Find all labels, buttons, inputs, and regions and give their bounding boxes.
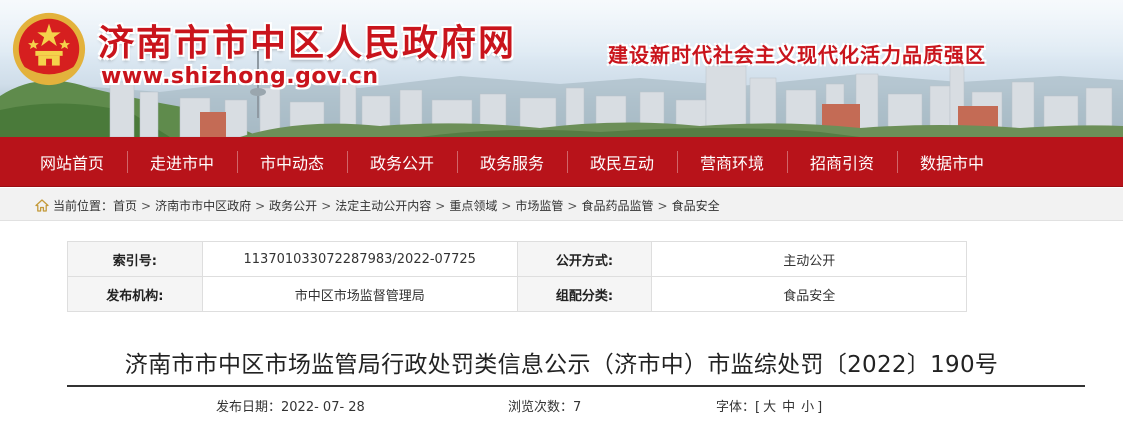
breadcrumb-separator: > <box>141 198 152 213</box>
site-name[interactable]: 济南市市中区人民政府网 <box>98 14 516 66</box>
breadcrumb-food-drug[interactable]: 食品药品监管 <box>581 197 653 214</box>
document-meta-table: 索引号: 113701033072287983/2022-07725 公开方式:… <box>67 241 967 312</box>
title-divider <box>67 385 1085 387</box>
view-count: 浏览次数：7 <box>508 396 581 415</box>
breadcrumb-bar: 当前位置： 首页 > 济南市市中区政府 > 政务公开 > 法定主动公开内容 > … <box>0 188 1123 221</box>
font-size-large-button[interactable]: 大 <box>763 400 776 415</box>
nav-item-data[interactable]: 数据市中 <box>897 137 1007 187</box>
home-icon <box>35 199 49 212</box>
disclosure-value: 主动公开 <box>651 241 967 277</box>
publish-date-value: 2022- 07- 28 <box>281 400 365 415</box>
publish-date: 发布日期：2022- 07- 28 <box>216 396 365 415</box>
breadcrumb-district-gov[interactable]: 济南市市中区政府 <box>155 197 251 214</box>
article-title: 济南市市中区市场监管局行政处罚类信息公示（济市中）市监综处罚〔2022〕190号 <box>124 352 999 378</box>
view-count-label: 浏览次数： <box>508 400 574 415</box>
nav-item-business-env[interactable]: 营商环境 <box>677 137 787 187</box>
index-label: 索引号: <box>67 241 203 277</box>
breadcrumb-separator: > <box>501 198 512 213</box>
breadcrumb-separator: > <box>657 198 668 213</box>
breadcrumb-home[interactable]: 首页 <box>113 197 137 214</box>
table-row: 发布机构: 市中区市场监督管理局 组配分类: 食品安全 <box>67 276 967 312</box>
breadcrumb-food-safety[interactable]: 食品安全 <box>672 197 720 214</box>
index-value: 113701033072287983/2022-07725 <box>201 241 518 277</box>
main-nav: 网站首页 走进市中 市中动态 政务公开 政务服务 政民互动 营商环境 招商引资 … <box>0 137 1123 187</box>
nav-item-home[interactable]: 网站首页 <box>17 137 127 187</box>
font-size-switcher: 字体：[大中小] <box>716 396 822 415</box>
nav-item-investment[interactable]: 招商引资 <box>787 137 897 187</box>
breadcrumb-statutory-content[interactable]: 法定主动公开内容 <box>335 197 431 214</box>
disclosure-label: 公开方式: <box>516 241 653 277</box>
font-size-label: 字体：[ <box>716 400 761 415</box>
breadcrumb-separator: > <box>321 198 332 213</box>
nav-item-news[interactable]: 市中动态 <box>237 137 347 187</box>
publisher-value: 市中区市场监督管理局 <box>201 276 518 312</box>
font-size-close: ] <box>817 400 823 415</box>
breadcrumb-separator: > <box>255 198 266 213</box>
breadcrumb-key-areas[interactable]: 重点领域 <box>449 197 497 214</box>
site-slogan: 建设新时代社会主义现代化活力品质强区 <box>608 43 986 67</box>
publisher-label: 发布机构: <box>67 276 203 312</box>
breadcrumb: 当前位置： 首页 > 济南市市中区政府 > 政务公开 > 法定主动公开内容 > … <box>35 197 720 214</box>
breadcrumb-separator: > <box>567 198 578 213</box>
breadcrumb-gov-info[interactable]: 政务公开 <box>269 197 317 214</box>
font-size-small-button[interactable]: 小 <box>801 400 814 415</box>
table-row: 索引号: 113701033072287983/2022-07725 公开方式:… <box>67 241 967 277</box>
breadcrumb-market-supervision[interactable]: 市场监管 <box>515 197 563 214</box>
font-size-medium-button[interactable]: 中 <box>782 400 795 415</box>
national-emblem-icon <box>12 12 86 86</box>
site-url[interactable]: www.shizhong.gov.cn <box>101 64 379 89</box>
nav-item-interaction[interactable]: 政民互动 <box>567 137 677 187</box>
view-count-value: 7 <box>573 400 582 415</box>
breadcrumb-separator: > <box>435 198 446 213</box>
breadcrumb-prefix: 当前位置： <box>53 199 114 213</box>
category-value: 食品安全 <box>651 276 967 312</box>
category-label: 组配分类: <box>516 276 653 312</box>
publish-date-label: 发布日期： <box>216 400 282 415</box>
nav-item-about[interactable]: 走进市中 <box>127 137 237 187</box>
header-banner: 济南市市中区人民政府网 www.shizhong.gov.cn 建设新时代社会主… <box>0 0 1123 137</box>
article-info-bar: 发布日期：2022- 07- 28 浏览次数：7 字体：[大中小] <box>0 396 1123 416</box>
nav-item-gov-services[interactable]: 政务服务 <box>457 137 567 187</box>
nav-item-gov-info[interactable]: 政务公开 <box>347 137 457 187</box>
